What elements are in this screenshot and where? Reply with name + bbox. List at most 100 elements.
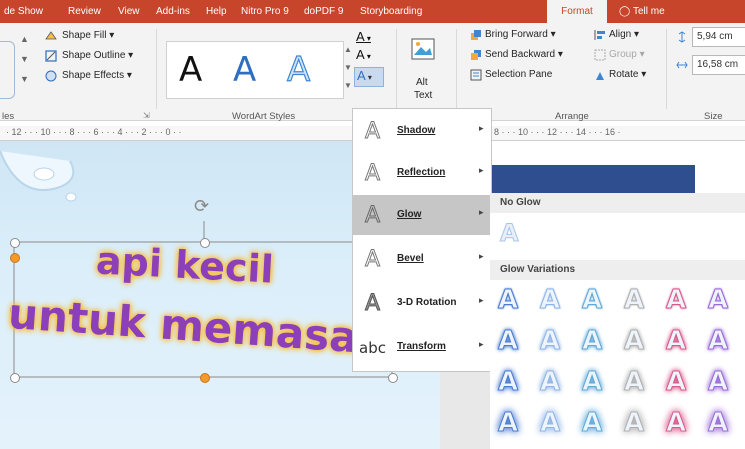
bring-forward-button[interactable]: Bring Forward ▾	[485, 29, 556, 40]
shape-outline-button[interactable]: Shape Outline ▾	[62, 50, 133, 61]
glow-variation-option[interactable]: A	[623, 367, 644, 398]
wordart-style-outline[interactable]: A	[286, 49, 310, 90]
glow-icon: A	[364, 203, 381, 229]
glow-variation-option[interactable]: A	[707, 408, 728, 439]
tab-view[interactable]: View	[118, 0, 140, 23]
group-separator	[396, 29, 397, 109]
lightbulb-icon: ◯	[619, 6, 631, 17]
send-backward-icon	[470, 49, 482, 61]
glow-variation-option[interactable]: A	[581, 326, 602, 357]
shape-styles-group-label: les	[2, 111, 15, 122]
shape-height-input[interactable]: 5,94 cm	[692, 27, 745, 47]
rotate-button[interactable]: Rotate ▾	[609, 69, 646, 80]
glow-variation-option[interactable]: A	[497, 285, 518, 316]
glow-variation-option[interactable]: A	[581, 367, 602, 398]
no-glow-heading: No Glow	[490, 193, 745, 213]
glow-submenu: No Glow A Glow Variations AAAAAAAAAAAAAA…	[490, 193, 745, 449]
rotate-icon	[594, 69, 606, 81]
resize-handle[interactable]	[10, 238, 20, 248]
alt-text-icon	[408, 37, 438, 67]
glow-variation-option[interactable]: A	[539, 367, 560, 398]
glow-variation-option[interactable]: A	[623, 408, 644, 439]
ribbon-tab-bar: de Show Review View Add-ins Help Nitro P…	[0, 0, 745, 23]
shape-width-input[interactable]: 16,58 cm	[692, 55, 745, 75]
selection-pane-icon	[470, 69, 482, 81]
tab-storyboarding[interactable]: Storyboarding	[360, 0, 422, 23]
shape-style-gallery[interactable]	[0, 41, 15, 99]
adjust-handle[interactable]	[10, 253, 20, 263]
selection-pane-button[interactable]: Selection Pane	[485, 69, 552, 80]
glow-variation-option[interactable]: A	[623, 326, 644, 357]
send-backward-button[interactable]: Send Backward ▾	[485, 49, 563, 60]
wordart-gallery: A A A	[166, 41, 344, 99]
glow-variation-option[interactable]: A	[581, 285, 602, 316]
glow-variations-heading: Glow Variations	[490, 260, 745, 280]
tell-me-box[interactable]: Tell me	[633, 0, 665, 23]
gallery-scroll-icon[interactable]: ▲ ▼ ▼	[20, 29, 32, 89]
rotate-handle-icon[interactable]: ⟳	[194, 196, 209, 217]
submenu-arrow-icon: ▸	[479, 123, 484, 133]
glow-variation-option[interactable]: A	[539, 285, 560, 316]
menu-item-glow[interactable]: A Glow ▸	[353, 195, 491, 235]
resize-handle[interactable]	[10, 373, 20, 383]
menu-item-transform[interactable]: abc Transform ▸	[353, 327, 491, 367]
tab-dopdf[interactable]: doPDF 9	[304, 0, 343, 23]
menu-item-3d-rotation[interactable]: A 3-D Rotation ▸	[353, 283, 491, 323]
menu-item-bevel[interactable]: A Bevel ▸	[353, 239, 491, 279]
wordart-style-blue[interactable]: A	[233, 50, 256, 90]
glow-variation-option[interactable]: A	[497, 367, 518, 398]
wordart-text-line1[interactable]: api kecil	[95, 238, 275, 291]
submenu-arrow-icon: ▸	[479, 295, 484, 305]
wordart-styles-group-label: WordArt Styles	[232, 111, 296, 122]
submenu-arrow-icon: ▸	[479, 207, 484, 217]
shadow-icon: A	[364, 119, 381, 145]
tab-slide-show[interactable]: de Show	[4, 0, 43, 23]
glow-variation-option[interactable]: A	[707, 285, 728, 316]
no-glow-option[interactable]: A	[500, 219, 520, 248]
tab-add-ins[interactable]: Add-ins	[156, 0, 190, 23]
shape-height-icon	[676, 31, 688, 43]
tab-review[interactable]: Review	[68, 0, 101, 23]
glow-variation-option[interactable]: A	[581, 408, 602, 439]
arrange-group-label: Arrange	[555, 111, 589, 122]
glow-variation-option[interactable]: A	[665, 367, 686, 398]
text-outline-icon[interactable]: A ▾	[356, 47, 371, 62]
shape-effects-icon	[44, 69, 58, 83]
text-effects-menu: A Shadow ▸ A Reflection ▸ A Glow ▸ A Bev…	[352, 108, 492, 372]
alt-text-label-2[interactable]: Text	[414, 90, 432, 101]
menu-item-reflection[interactable]: A Reflection ▸	[353, 153, 491, 193]
adjust-handle[interactable]	[200, 373, 210, 383]
wordart-scroll-icon[interactable]: ▲ ▼ ▼	[344, 41, 354, 95]
glow-variation-option[interactable]: A	[707, 326, 728, 357]
resize-handle[interactable]	[388, 373, 398, 383]
glow-variation-option[interactable]: A	[539, 326, 560, 357]
3d-rotation-icon: A	[364, 291, 381, 317]
glow-variation-option[interactable]: A	[665, 285, 686, 316]
text-effects-icon[interactable]: A ▾	[354, 67, 384, 87]
glow-variation-option[interactable]: A	[497, 326, 518, 357]
align-button[interactable]: Align ▾	[609, 29, 639, 40]
dialog-launcher-icon[interactable]: ⇲	[143, 111, 150, 120]
tab-nitro-pro[interactable]: Nitro Pro 9	[241, 0, 289, 23]
alt-text-label-1[interactable]: Alt	[416, 77, 428, 88]
shape-effects-button[interactable]: Shape Effects ▾	[62, 70, 132, 81]
glow-variation-option[interactable]: A	[665, 326, 686, 357]
menu-item-shadow[interactable]: A Shadow ▸	[353, 111, 491, 151]
shape-fill-button[interactable]: Shape Fill ▾	[62, 30, 114, 41]
align-icon	[594, 29, 606, 41]
glow-variation-option[interactable]: A	[707, 367, 728, 398]
wordart-style-black[interactable]: A	[179, 50, 202, 90]
text-fill-icon[interactable]: A ▾	[356, 29, 371, 44]
tab-format[interactable]: Format	[547, 0, 607, 23]
group-separator	[456, 29, 457, 109]
ruler-left-marks: · 12 · · · 10 · · · 8 · · · 6 · · · 4 · …	[6, 127, 182, 137]
group-button[interactable]: Group ▾	[609, 49, 645, 60]
size-group-label: Size	[704, 111, 723, 122]
shape-fill-icon	[44, 29, 58, 43]
glow-variation-option[interactable]: A	[497, 408, 518, 439]
ruler-right-marks: 8 · · · 10 · · · 12 · · · 14 · · · 16 ·	[494, 127, 621, 137]
tab-help[interactable]: Help	[206, 0, 227, 23]
glow-variation-option[interactable]: A	[665, 408, 686, 439]
glow-variation-option[interactable]: A	[623, 285, 644, 316]
glow-variation-option[interactable]: A	[539, 408, 560, 439]
